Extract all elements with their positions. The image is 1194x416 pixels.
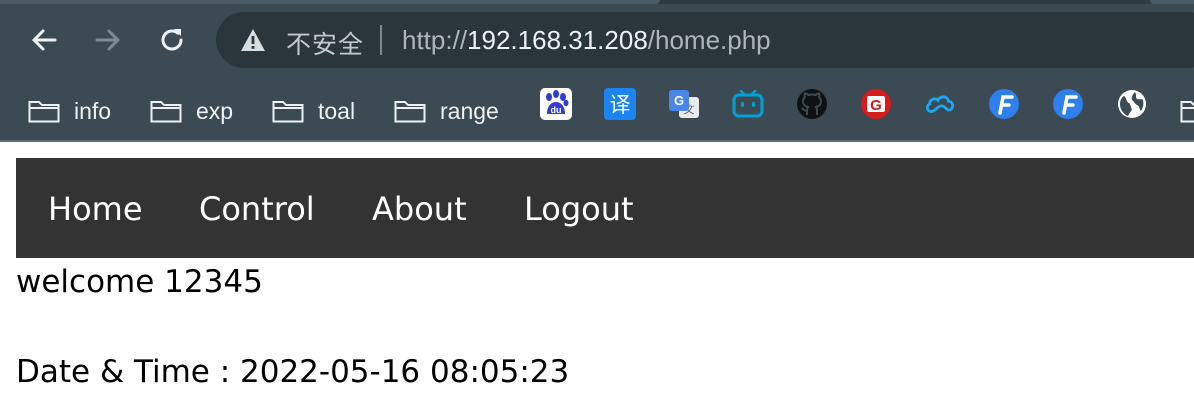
folder-icon	[272, 101, 304, 123]
bilibili-icon	[732, 89, 764, 118]
google-translate-icon: 文 G	[669, 90, 699, 118]
bookmark-folder-info[interactable]: info	[28, 91, 111, 131]
folder-icon	[28, 101, 60, 123]
bookmark-folder-exp[interactable]: exp	[150, 91, 233, 131]
svg-text:du: du	[551, 105, 562, 115]
nav-link-control[interactable]: Control	[199, 190, 315, 228]
f-logo-icon-2	[1053, 89, 1083, 119]
f-logo-bookmark-2[interactable]	[1052, 88, 1084, 120]
bookmark-label: exp	[196, 97, 234, 124]
forward-icon	[95, 29, 120, 51]
back-button[interactable]	[24, 20, 64, 60]
github-icon	[797, 89, 827, 119]
reload-button[interactable]	[152, 20, 192, 60]
address-separator	[380, 25, 382, 55]
f-logo-bookmark[interactable]	[988, 88, 1020, 120]
google-translate-bookmark[interactable]: 文 G	[668, 88, 700, 120]
back-icon	[32, 29, 57, 51]
bookmark-label: toal	[318, 97, 356, 124]
url-scheme: http://	[402, 25, 468, 55]
f-logo-icon	[989, 89, 1019, 119]
folder-icon	[1180, 101, 1194, 123]
nav-link-home[interactable]: Home	[48, 190, 143, 228]
welcome-message: welcome 12345	[16, 264, 263, 300]
date-time-text: Date & Time : 2022-05-16 08:05:23	[16, 354, 570, 390]
url-host: 192.168.31.208	[467, 25, 648, 55]
bilibili-bookmark[interactable]	[732, 88, 764, 120]
warning-icon[interactable]	[240, 28, 266, 52]
url-path: /home.php	[647, 25, 771, 55]
nav-link-logout[interactable]: Logout	[524, 190, 634, 228]
svg-text:译: 译	[610, 93, 631, 117]
bookmark-folder-toal[interactable]: toal	[272, 91, 355, 131]
bookmark-folder-overflow[interactable]	[1180, 91, 1194, 131]
top-navbar: Home Control About Logout	[16, 158, 1194, 258]
baidu-bookmark[interactable]: du	[540, 88, 572, 120]
bookmark-label: range	[440, 97, 499, 124]
tab-edge-right[interactable]	[1150, 0, 1194, 4]
g-logo-bookmark[interactable]: G	[860, 88, 892, 120]
globe-icon	[1118, 90, 1146, 118]
forward-button[interactable]	[88, 20, 128, 60]
url-text[interactable]: http://192.168.31.208/home.php	[402, 25, 771, 56]
cloud-icon	[925, 95, 955, 113]
cloud-bookmark[interactable]	[924, 88, 956, 120]
globe-bookmark[interactable]	[1116, 88, 1148, 120]
nav-link-about[interactable]: About	[372, 190, 467, 228]
folder-icon	[394, 101, 426, 123]
active-tab-edge[interactable]	[0, 0, 660, 4]
folder-icon	[150, 101, 182, 123]
baidu-icon: du	[540, 88, 572, 120]
security-label[interactable]: 不安全	[286, 25, 364, 61]
translate-icon: 译	[604, 88, 636, 120]
browser-toolbar: 不安全 http://192.168.31.208/home.php	[0, 0, 1194, 80]
address-bar[interactable]: 不安全 http://192.168.31.208/home.php	[216, 12, 1194, 68]
translate-bookmark[interactable]: 译	[604, 88, 636, 120]
github-bookmark[interactable]	[796, 88, 828, 120]
svg-text:G: G	[870, 97, 882, 114]
reload-icon	[161, 29, 183, 51]
bookmark-label: info	[74, 97, 112, 124]
g-logo-icon: G	[861, 89, 891, 119]
svg-text:G: G	[674, 93, 684, 108]
bookmark-folder-range[interactable]: range	[394, 91, 499, 131]
